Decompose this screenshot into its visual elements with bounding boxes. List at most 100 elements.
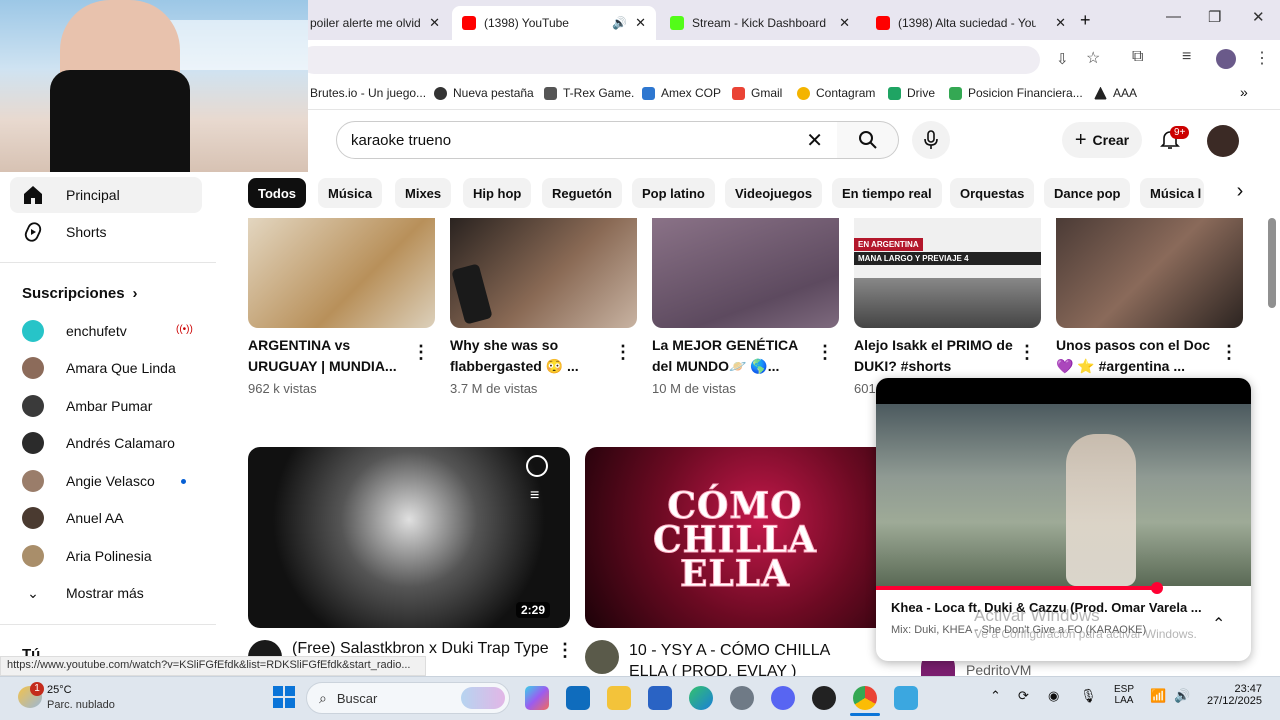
file-explorer-icon[interactable] xyxy=(607,686,631,710)
browser-menu-icon[interactable]: ⋮ xyxy=(1254,48,1270,68)
short-thumbnail[interactable] xyxy=(1056,218,1243,328)
video-thumbnail[interactable]: CÓMO CHILLA ELLA xyxy=(585,447,876,628)
create-button[interactable]: + Crear xyxy=(1062,122,1142,158)
close-icon[interactable]: ✕ xyxy=(635,15,646,31)
short-title[interactable]: Unos pasos con el Doc 💜 ⭐ #argentina ... xyxy=(1056,335,1216,377)
account-avatar[interactable] xyxy=(1207,125,1239,157)
bookmark-item[interactable]: Nueva pestaña xyxy=(434,86,534,100)
short-title[interactable]: ARGENTINA vs URUGUAY | MUNDIA... xyxy=(248,335,408,377)
subscriptions-header[interactable]: Suscripciones › xyxy=(22,285,138,302)
sidebar-item-subscription[interactable]: Aria Polinesia xyxy=(22,541,152,571)
more-options-icon[interactable]: ⋮ xyxy=(816,342,834,363)
short-thumbnail[interactable]: EN ARGENTINA MANA LARGO Y PREVIAJE 4 xyxy=(854,218,1041,328)
expand-icon[interactable]: ⌃ xyxy=(1212,614,1225,634)
more-options-icon[interactable]: ⋮ xyxy=(556,640,574,661)
minimize-icon[interactable]: — xyxy=(1166,8,1181,25)
short-title[interactable]: Alejo Isakk el PRIMO de DUKI? #shorts xyxy=(854,335,1014,377)
bookmark-item[interactable]: T-Rex Game. xyxy=(544,86,634,100)
chip[interactable]: Música l xyxy=(1140,178,1204,208)
obs-icon[interactable] xyxy=(812,686,836,710)
progress-track[interactable] xyxy=(876,586,1251,590)
chips-next-icon[interactable]: › xyxy=(1228,180,1252,204)
tray-chevron-icon[interactable]: ⌃ xyxy=(990,688,1001,704)
miniplayer[interactable]: Khea - Loca ft. Duki & Cazzu (Prod. Omar… xyxy=(876,378,1251,661)
more-bookmarks-icon[interactable]: » xyxy=(1240,84,1248,100)
chip[interactable]: Hip hop xyxy=(463,178,532,208)
more-options-icon[interactable]: ⋮ xyxy=(614,342,632,363)
maximize-icon[interactable]: ❐ xyxy=(1208,8,1221,26)
sidebar-item-subscription[interactable]: Ambar Pumar xyxy=(22,391,152,421)
show-more-button[interactable]: ⌄ Mostrar más xyxy=(22,578,144,608)
more-options-icon[interactable]: ⋮ xyxy=(1220,342,1238,363)
search-input[interactable]: karaoke trueno ✕ xyxy=(336,121,838,159)
chip-all[interactable]: Todos xyxy=(248,178,307,208)
browser-tab[interactable]: poiler alerte me olvid ✕ xyxy=(300,6,450,40)
microphone-tray-icon[interactable]: 🎙 xyxy=(1080,688,1097,704)
short-title[interactable]: La MEJOR GENÉTICA del MUNDO🪐 🌎... xyxy=(652,335,812,377)
volume-icon[interactable]: 🔊 xyxy=(1174,688,1190,704)
short-thumbnail[interactable] xyxy=(450,218,637,328)
progress-scrubber[interactable] xyxy=(1151,582,1164,594)
chip[interactable]: Dance pop xyxy=(1044,178,1131,208)
new-tab-button[interactable]: + xyxy=(1080,10,1091,31)
extensions-icon[interactable]: ⧉ xyxy=(1132,48,1143,66)
page-scrollbar[interactable] xyxy=(1268,218,1276,308)
miniplayer-video[interactable] xyxy=(876,404,1251,586)
sidebar-item-subscription[interactable]: Anuel AA xyxy=(22,503,124,533)
bookmark-star-icon[interactable]: ☆ xyxy=(1086,48,1100,68)
bookmark-item[interactable]: Brutes.io - Un juego... xyxy=(310,86,426,100)
search-button[interactable] xyxy=(837,121,899,159)
more-options-icon[interactable]: ⋮ xyxy=(1018,342,1036,363)
voice-search-button[interactable] xyxy=(912,121,950,159)
channel-avatar[interactable] xyxy=(585,640,619,674)
outlook-icon[interactable] xyxy=(566,686,590,710)
sidebar-item-subscription[interactable]: Andrés Calamaro xyxy=(22,428,175,458)
edge-icon[interactable] xyxy=(689,686,713,710)
bookmark-item[interactable]: Contagram xyxy=(797,86,875,100)
store-icon[interactable] xyxy=(648,686,672,710)
close-icon[interactable]: ✕ xyxy=(839,15,850,31)
sidebar-item-subscription[interactable]: Amara Que Linda xyxy=(22,353,176,383)
bookmark-item[interactable]: AAA xyxy=(1094,86,1137,100)
watch-later-icon[interactable] xyxy=(526,455,548,477)
video-thumbnail[interactable]: ≡ 2:29 xyxy=(248,447,570,628)
app-icon[interactable] xyxy=(894,686,918,710)
close-icon[interactable]: ✕ xyxy=(1055,15,1066,31)
sidebar-item-subscription[interactable]: Angie Velasco xyxy=(22,466,155,496)
chip[interactable]: Reguetón xyxy=(542,178,622,208)
sidebar-item-shorts[interactable]: Shorts xyxy=(10,214,202,250)
sidebar-item-home[interactable]: Principal xyxy=(10,177,202,213)
bookmark-item[interactable]: Amex COP xyxy=(642,86,721,100)
taskbar-search[interactable]: ⌕ Buscar xyxy=(306,682,510,714)
media-control-icon[interactable]: ≡ xyxy=(1182,48,1191,66)
chip[interactable]: Videojuegos xyxy=(725,178,823,208)
profile-avatar[interactable] xyxy=(1216,49,1236,69)
chip[interactable]: Orquestas xyxy=(950,178,1035,208)
language-indicator[interactable]: ESP LAA xyxy=(1114,684,1134,706)
short-thumbnail[interactable] xyxy=(248,218,435,328)
vpn-icon[interactable]: ◉ xyxy=(1048,688,1059,704)
discord-icon[interactable] xyxy=(771,686,795,710)
more-options-icon[interactable]: ⋮ xyxy=(412,342,430,363)
settings-icon[interactable] xyxy=(730,686,754,710)
chip[interactable]: Pop latino xyxy=(632,178,715,208)
start-button[interactable] xyxy=(273,686,295,708)
sync-icon[interactable]: ⟳ xyxy=(1018,688,1029,704)
wifi-icon[interactable]: 📶 xyxy=(1150,688,1166,704)
chip[interactable]: Música xyxy=(318,178,383,208)
sidebar-item-subscription[interactable]: enchufetv xyxy=(22,316,127,346)
address-bar[interactable] xyxy=(300,46,1040,74)
clear-search-icon[interactable]: ✕ xyxy=(806,128,823,153)
chip[interactable]: En tiempo real xyxy=(832,178,942,208)
browser-tab[interactable]: Stream - Kick Dashboard ✕ xyxy=(660,6,860,40)
browser-tab-active[interactable]: (1398) YouTube 🔊 ✕ xyxy=(452,6,656,40)
clock[interactable]: 23:47 27/12/2025 xyxy=(1198,683,1262,707)
short-title[interactable]: Why she was so flabbergasted 😳 ... xyxy=(450,335,610,377)
short-thumbnail[interactable] xyxy=(652,218,839,328)
browser-tab[interactable]: (1398) Alta suciedad - YouTu ✕ xyxy=(866,6,1076,40)
close-window-icon[interactable]: ✕ xyxy=(1252,8,1265,26)
bookmark-item[interactable]: Drive xyxy=(888,86,935,100)
speaker-icon[interactable]: 🔊 xyxy=(612,16,627,30)
close-icon[interactable]: ✕ xyxy=(429,15,440,31)
copilot-icon[interactable] xyxy=(525,686,549,710)
